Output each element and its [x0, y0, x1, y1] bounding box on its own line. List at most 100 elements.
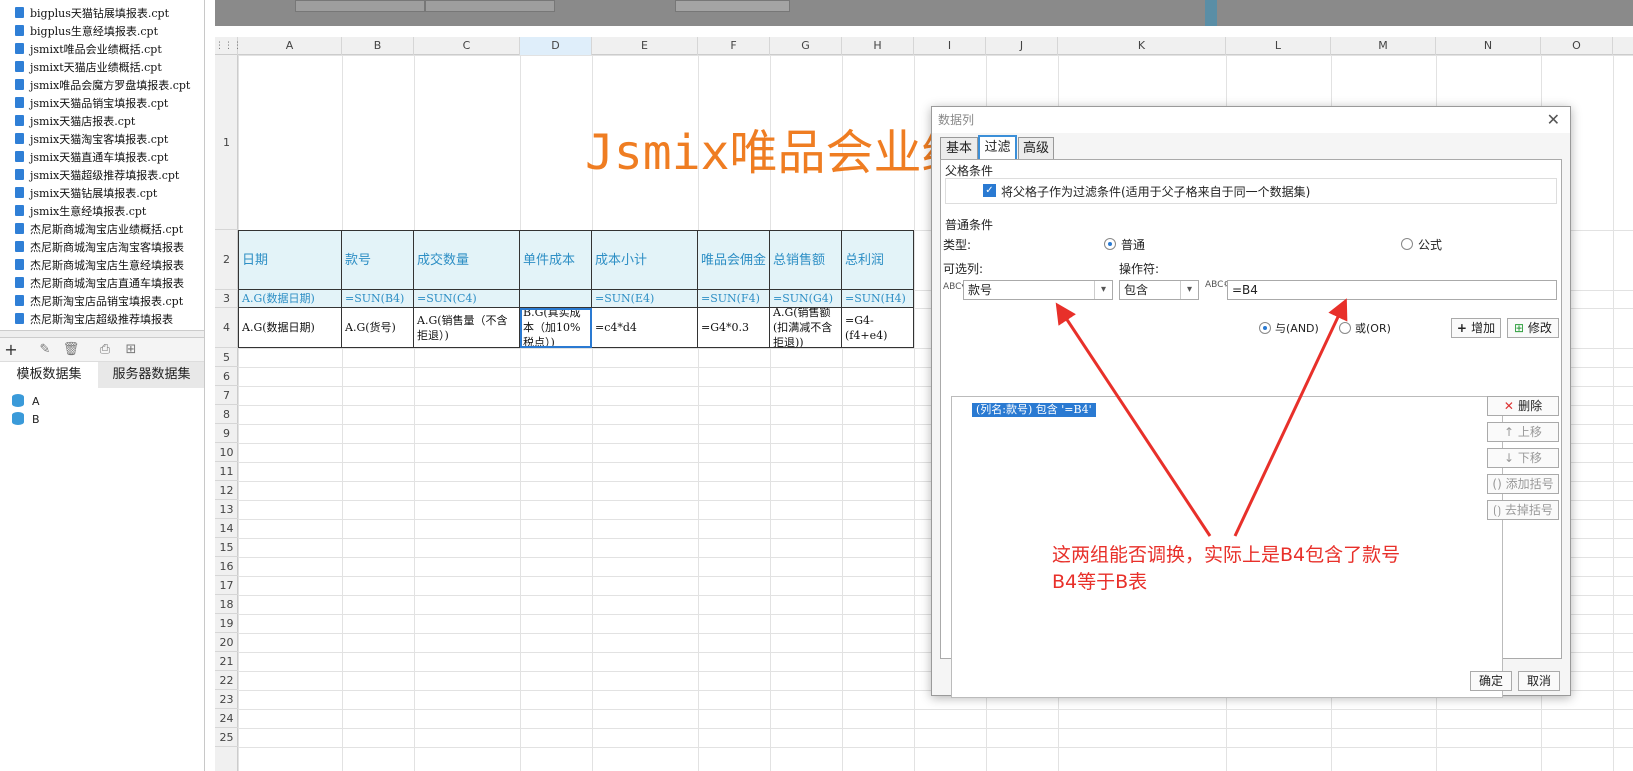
move-down-button[interactable]: ↓ 下移: [1487, 448, 1559, 468]
formula-cell[interactable]: =SUN(B4): [342, 290, 414, 308]
row-header-cell[interactable]: 17: [215, 576, 238, 595]
dataset-item-a[interactable]: A: [12, 394, 40, 410]
file-item[interactable]: jsmix唯品会魔方罗盘填报表.cpt: [15, 77, 190, 95]
row-header-cell[interactable]: 24: [215, 709, 238, 728]
row-header-cell[interactable]: 10: [215, 443, 238, 462]
row-header-cell[interactable]: 18: [215, 595, 238, 614]
preview-icon[interactable]: ⎙: [96, 341, 114, 359]
add-condition-button[interactable]: + 增加: [1451, 318, 1501, 338]
row-header-cell[interactable]: 9: [215, 424, 238, 443]
header-cell[interactable]: 唯品会佣金: [698, 230, 770, 290]
column-header-cell[interactable]: B: [342, 37, 414, 55]
row-header-cell[interactable]: 19: [215, 614, 238, 633]
file-item[interactable]: jsmixt天猫店业绩概括.cpt: [15, 59, 162, 77]
column-header-cell[interactable]: E: [592, 37, 698, 55]
header-cell[interactable]: 单件成本: [520, 230, 592, 290]
row-header-cell[interactable]: 14: [215, 519, 238, 538]
row-header-cell[interactable]: 15: [215, 538, 238, 557]
formula-cell[interactable]: [520, 290, 592, 308]
data-cell[interactable]: A.G(销售量（不含拒退）): [414, 308, 520, 348]
column-header-cell[interactable]: C: [414, 37, 520, 55]
header-cell[interactable]: 款号: [342, 230, 414, 290]
column-header-cell[interactable]: K: [1058, 37, 1226, 55]
file-item[interactable]: 杰尼斯淘宝店品销宝填报表.cpt: [15, 293, 183, 311]
formula-cell[interactable]: =SUN(G4): [770, 290, 842, 308]
data-cell[interactable]: A.G(销售额(扣满减不含拒退)): [770, 308, 842, 348]
column-header-cell[interactable]: J: [986, 37, 1058, 55]
row-header-cell[interactable]: 1: [215, 55, 238, 230]
formula-cell[interactable]: =SUN(F4): [698, 290, 770, 308]
header-cell[interactable]: 总销售额: [770, 230, 842, 290]
file-item[interactable]: jsmix生意经填报表.cpt: [15, 203, 146, 221]
formula-cell[interactable]: =SUN(E4): [592, 290, 698, 308]
modify-condition-button[interactable]: ⊞ 修改: [1507, 318, 1559, 338]
column-header-cell[interactable]: A: [238, 37, 342, 55]
remove-bracket-button[interactable]: ⟮⟯ 去掉括号: [1487, 500, 1559, 520]
data-cell[interactable]: =G4-(f4+e4): [842, 308, 914, 348]
column-header-cell[interactable]: P: [1613, 37, 1633, 55]
condition-item[interactable]: (列名:款号) 包含 '=B4': [972, 403, 1096, 417]
row-header-cell[interactable]: 22: [215, 671, 238, 690]
row-header-cell[interactable]: 21: [215, 652, 238, 671]
header-cell[interactable]: 日期: [238, 230, 342, 290]
column-header-cell[interactable]: I: [914, 37, 986, 55]
file-item[interactable]: jsmix天猫超级推荐填报表.cpt: [15, 167, 179, 185]
tab-filter[interactable]: 过滤: [978, 135, 1017, 159]
column-header-cell[interactable]: F: [698, 37, 770, 55]
dataset-item-b[interactable]: B: [12, 412, 40, 428]
toolbar-field[interactable]: [425, 0, 555, 12]
parent-filter-checkbox[interactable]: ✓: [983, 184, 996, 197]
data-cell[interactable]: =c4*d4: [592, 308, 698, 348]
type-formula-radio[interactable]: [1401, 238, 1413, 250]
row-header-cell[interactable]: 2: [215, 230, 238, 290]
row-header-cell[interactable]: 13: [215, 500, 238, 519]
data-cell[interactable]: A.G(数据日期): [238, 308, 342, 348]
row-header-cell[interactable]: 6: [215, 367, 238, 386]
header-cell[interactable]: 成本小计: [592, 230, 698, 290]
header-cell[interactable]: 总利润: [842, 230, 914, 290]
file-item[interactable]: 杰尼斯商城淘宝店生意经填报表: [15, 257, 184, 275]
formula-cell[interactable]: =SUN(H4): [842, 290, 914, 308]
value-input[interactable]: =B4: [1227, 280, 1557, 300]
edit-icon[interactable]: ✎: [36, 341, 54, 359]
add-dataset-icon[interactable]: +: [2, 341, 20, 359]
file-item[interactable]: 杰尼斯商城淘宝店淘宝客填报表: [15, 239, 184, 257]
panel-splitter[interactable]: [0, 330, 204, 338]
row-header-cell[interactable]: 12: [215, 481, 238, 500]
add-bracket-button[interactable]: () 添加括号: [1487, 474, 1559, 494]
file-item[interactable]: jsmix天猫品销宝填报表.cpt: [15, 95, 168, 113]
file-item[interactable]: jsmix天猫直通车填报表.cpt: [15, 149, 168, 167]
row-header-cell[interactable]: 8: [215, 405, 238, 424]
select-all-corner[interactable]: ⋮⋮⋮: [215, 37, 242, 55]
row-header-cell[interactable]: 5: [215, 348, 238, 367]
file-item[interactable]: 杰尼斯商城淘宝店直通车填报表: [15, 275, 184, 293]
row-header-cell[interactable]: 3: [215, 290, 238, 308]
close-icon[interactable]: ✕: [1547, 110, 1560, 129]
delete-icon[interactable]: 🗑: [62, 341, 80, 359]
move-up-button[interactable]: ↑ 上移: [1487, 422, 1559, 442]
data-cell[interactable]: B.G(真实成本（加10%税点）): [520, 308, 592, 348]
report-title[interactable]: Jsmix唯品会业绩: [585, 113, 970, 183]
file-item[interactable]: jsmix天猫淘宝客填报表.cpt: [15, 131, 168, 149]
column-header-cell[interactable]: D: [520, 37, 592, 55]
toolbar-button[interactable]: [675, 0, 790, 12]
tab-template-dataset[interactable]: 模板数据集: [0, 362, 98, 388]
file-item[interactable]: 杰尼斯淘宝店超级推荐填报表: [15, 311, 173, 329]
column-header-cell[interactable]: O: [1541, 37, 1613, 55]
column-header-cell[interactable]: M: [1331, 37, 1436, 55]
file-item[interactable]: jsmix天猫钻展填报表.cpt: [15, 185, 157, 203]
row-header-cell[interactable]: 20: [215, 633, 238, 652]
toolbar-field[interactable]: [295, 0, 425, 12]
cancel-button[interactable]: 取消: [1518, 671, 1560, 691]
column-header-cell[interactable]: H: [842, 37, 914, 55]
formula-cell[interactable]: A.G(数据日期): [238, 290, 342, 308]
operator-select[interactable]: 包含 ▾: [1119, 280, 1199, 300]
file-item[interactable]: jsmix天猫店报表.cpt: [15, 113, 135, 131]
row-header-cell[interactable]: 7: [215, 386, 238, 405]
row-header-cell[interactable]: 23: [215, 690, 238, 709]
or-radio[interactable]: [1339, 322, 1351, 334]
column-select[interactable]: 款号 ▾: [963, 280, 1113, 300]
tab-basic[interactable]: 基本: [940, 137, 978, 159]
column-header-cell[interactable]: G: [770, 37, 842, 55]
tab-server-dataset[interactable]: 服务器数据集: [98, 362, 204, 388]
